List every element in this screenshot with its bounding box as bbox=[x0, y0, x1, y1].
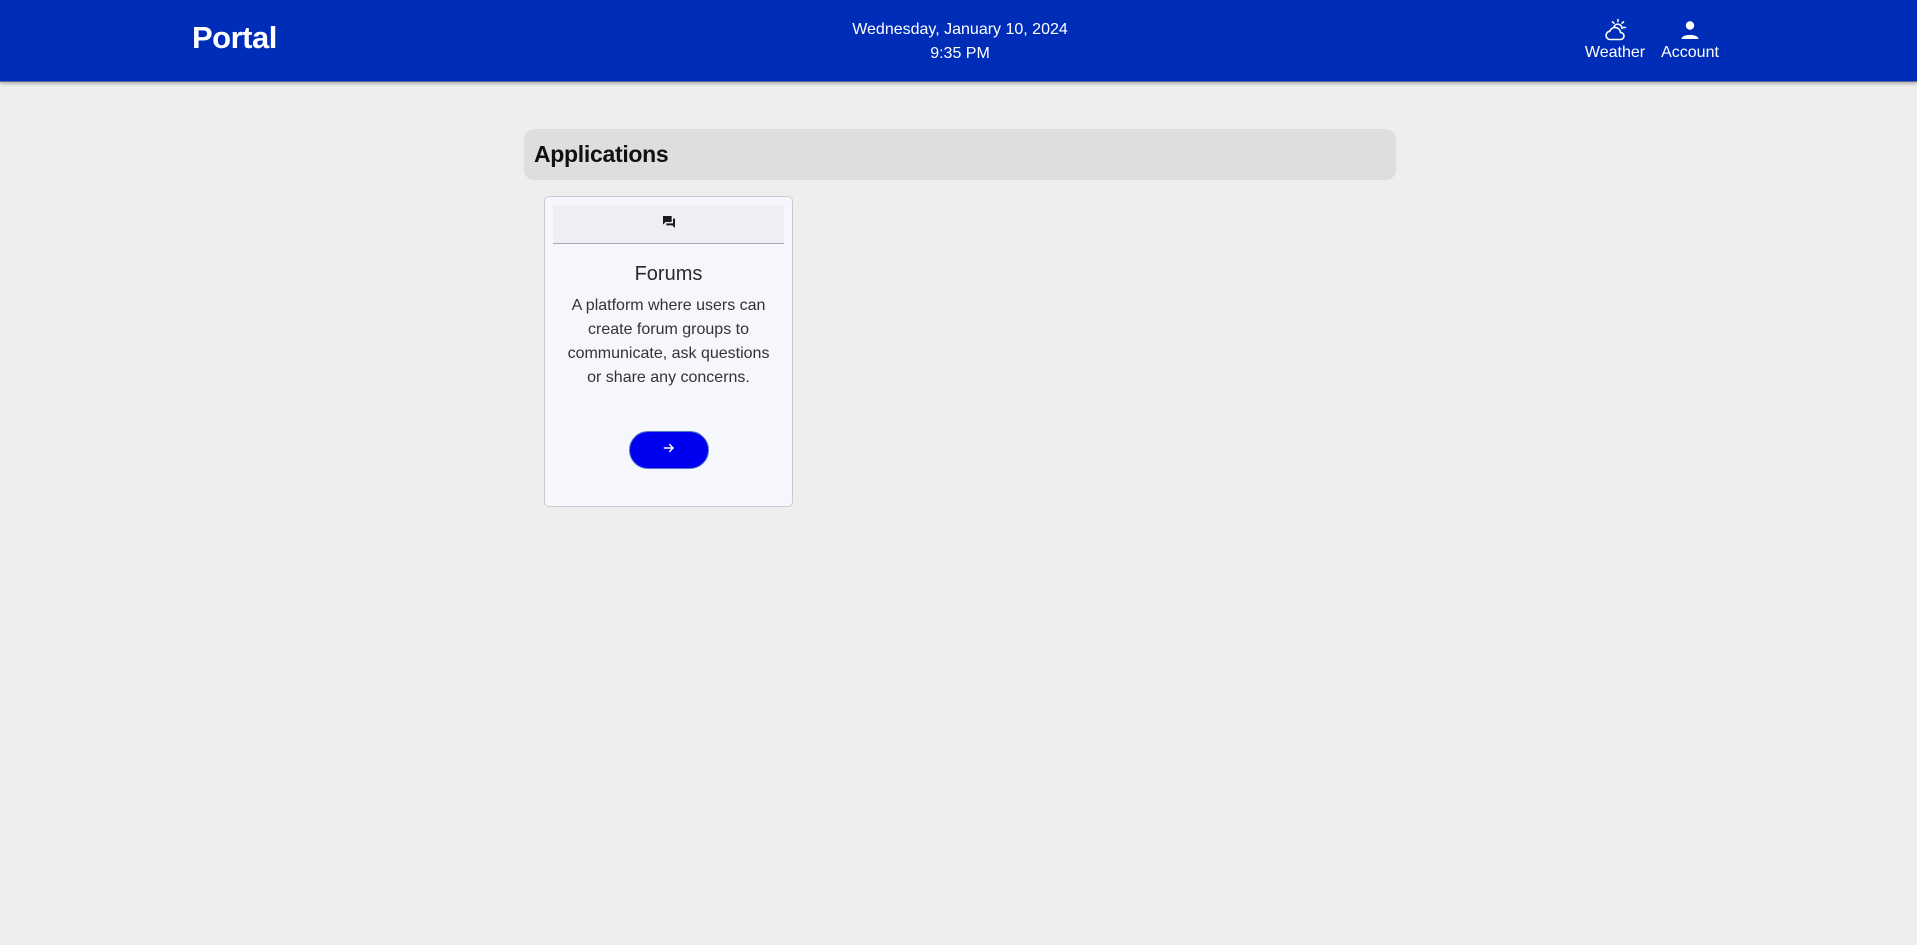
card-description: A platform where users can create forum … bbox=[567, 297, 770, 386]
nav-weather-label: Weather bbox=[1584, 44, 1646, 61]
card-title: Forums bbox=[634, 263, 703, 285]
nav-weather-button[interactable]: Weather bbox=[1583, 18, 1647, 62]
card-icon-bar bbox=[553, 205, 784, 244]
person-icon bbox=[1678, 18, 1702, 42]
current-date: Wednesday, January 10, 2024 bbox=[852, 21, 1068, 38]
open-forums-button[interactable] bbox=[629, 431, 709, 469]
section-title: Applications bbox=[534, 141, 669, 167]
datetime-display: Wednesday, January 10, 2024 9:35 PM bbox=[760, 18, 1160, 66]
app-card-forums: Forums A platform where users can create… bbox=[544, 196, 793, 507]
brand-logo-link[interactable]: Portal bbox=[192, 20, 277, 56]
arrow-right-icon bbox=[662, 441, 676, 460]
nav-account-button[interactable]: Account bbox=[1658, 18, 1722, 62]
applications-section-header: Applications bbox=[524, 129, 1396, 180]
partly-cloudy-icon bbox=[1603, 18, 1627, 42]
forum-icon bbox=[661, 214, 677, 235]
nav-account-label: Account bbox=[1661, 44, 1719, 61]
top-navbar: Portal Wednesday, January 10, 2024 9:35 … bbox=[0, 0, 1917, 82]
current-time: 9:35 PM bbox=[930, 45, 990, 62]
